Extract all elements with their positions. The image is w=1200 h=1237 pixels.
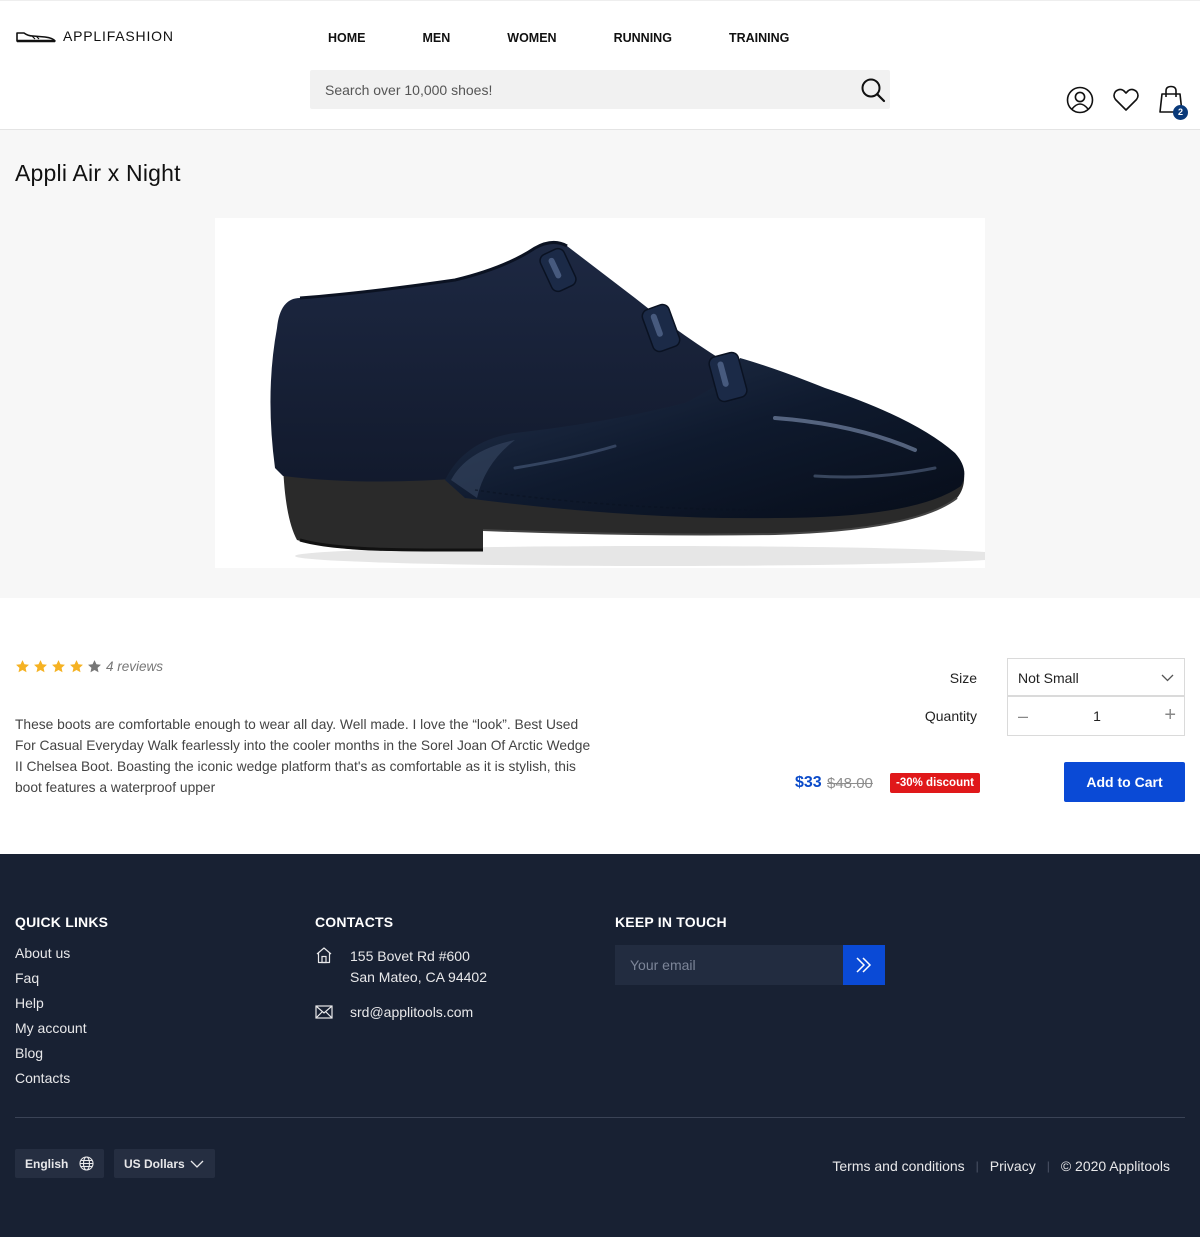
legal-separator: | <box>975 1159 979 1173</box>
star-icon <box>16 660 29 673</box>
footer-link-contacts[interactable]: Contacts <box>15 1070 87 1095</box>
chevron-down-icon <box>1161 674 1174 682</box>
product-image <box>215 218 985 568</box>
product-description: These boots are comfortable enough to we… <box>15 717 591 795</box>
home-icon <box>316 947 332 964</box>
contacts-heading: CONTACTS <box>315 914 394 930</box>
shoe-illustration <box>270 241 985 566</box>
search-bar <box>310 70 890 109</box>
star-icon <box>34 660 47 673</box>
cart-count-badge: 2 <box>1173 105 1188 120</box>
product-title: Appli Air x Night <box>15 160 181 186</box>
quick-links-heading: QUICK LINKS <box>15 914 109 930</box>
globe-icon <box>79 1156 94 1171</box>
nav-women[interactable]: WOMEN <box>507 31 556 45</box>
user-icon[interactable] <box>1066 86 1094 114</box>
nav-running[interactable]: RUNNING <box>614 31 672 45</box>
reviews-count[interactable]: 4 reviews <box>106 659 163 674</box>
chevron-down-icon <box>190 1160 204 1168</box>
newsletter-submit-button[interactable] <box>843 945 885 985</box>
price-original: $48.00 <box>827 775 873 792</box>
footer-link-account[interactable]: My account <box>15 1020 87 1045</box>
currency-value: US Dollars <box>124 1157 185 1171</box>
newsletter-email-input[interactable] <box>615 945 843 985</box>
footer-link-about[interactable]: About us <box>15 945 87 970</box>
product-hero: Appli Air x Night <box>0 130 1200 598</box>
keep-in-touch-heading: KEEP IN TOUCH <box>615 914 727 930</box>
star-icon <box>70 660 83 673</box>
contact-address: 155 Bovet Rd #600 San Mateo, CA 94402 <box>350 946 487 988</box>
discount-badge: -30% discount <box>890 773 980 793</box>
address-line-2: San Mateo, CA 94402 <box>350 969 487 985</box>
add-to-cart-button[interactable]: Add to Cart <box>1064 762 1185 802</box>
nav-home[interactable]: HOME <box>328 31 366 45</box>
footer-link-blog[interactable]: Blog <box>15 1045 87 1070</box>
search-input[interactable] <box>325 70 845 109</box>
legal-links: Terms and conditions | Privacy | © 2020 … <box>832 1158 1170 1174</box>
nav-men[interactable]: MEN <box>423 31 451 45</box>
legal-separator: | <box>1046 1159 1050 1173</box>
quantity-value[interactable]: 1 <box>1078 708 1116 724</box>
newsletter-form <box>615 945 843 985</box>
size-label: Size <box>949 670 977 686</box>
language-value: English <box>25 1157 69 1171</box>
star-empty-icon <box>88 660 101 673</box>
main-nav: HOME MEN WOMEN RUNNING TRAINING <box>328 31 846 45</box>
quantity-increase-button[interactable]: + <box>1164 704 1176 727</box>
star-icon <box>52 660 65 673</box>
mail-icon <box>315 1005 333 1019</box>
currency-select[interactable]: US Dollars <box>114 1149 215 1178</box>
footer-link-faq[interactable]: Faq <box>15 970 87 995</box>
search-icon[interactable] <box>860 77 886 103</box>
copyright: © 2020 Applitools <box>1060 1158 1170 1174</box>
privacy-link[interactable]: Privacy <box>990 1158 1036 1174</box>
logo[interactable]: APPLIFASHION <box>15 28 174 44</box>
heart-icon[interactable] <box>1112 87 1140 113</box>
quantity-decrease-button[interactable]: – <box>1018 706 1028 727</box>
logo-text: APPLIFASHION <box>63 28 174 44</box>
nav-training[interactable]: TRAINING <box>729 31 789 45</box>
contact-email[interactable]: srd@applitools.com <box>350 1004 473 1020</box>
size-select[interactable]: Not Small <box>1007 658 1185 696</box>
double-chevron-right-icon <box>856 957 872 973</box>
site-header: APPLIFASHION HOME MEN WOMEN RUNNING TRAI… <box>0 0 1200 130</box>
size-value: Not Small <box>1018 670 1079 686</box>
quantity-stepper: – 1 + <box>1007 696 1185 736</box>
shoe-logo-icon <box>16 32 56 43</box>
terms-link[interactable]: Terms and conditions <box>832 1158 964 1174</box>
site-footer: QUICK LINKS About us Faq Help My account… <box>0 854 1200 1237</box>
language-select[interactable]: English <box>15 1149 104 1178</box>
footer-link-help[interactable]: Help <box>15 995 87 1020</box>
price-current: $33 <box>795 774 822 791</box>
address-line-1: 155 Bovet Rd #600 <box>350 948 470 964</box>
footer-divider <box>15 1117 1185 1118</box>
quantity-label: Quantity <box>924 708 977 724</box>
product-rating: 4 reviews <box>15 659 163 674</box>
quick-links-list: About us Faq Help My account Blog Contac… <box>15 945 87 1095</box>
